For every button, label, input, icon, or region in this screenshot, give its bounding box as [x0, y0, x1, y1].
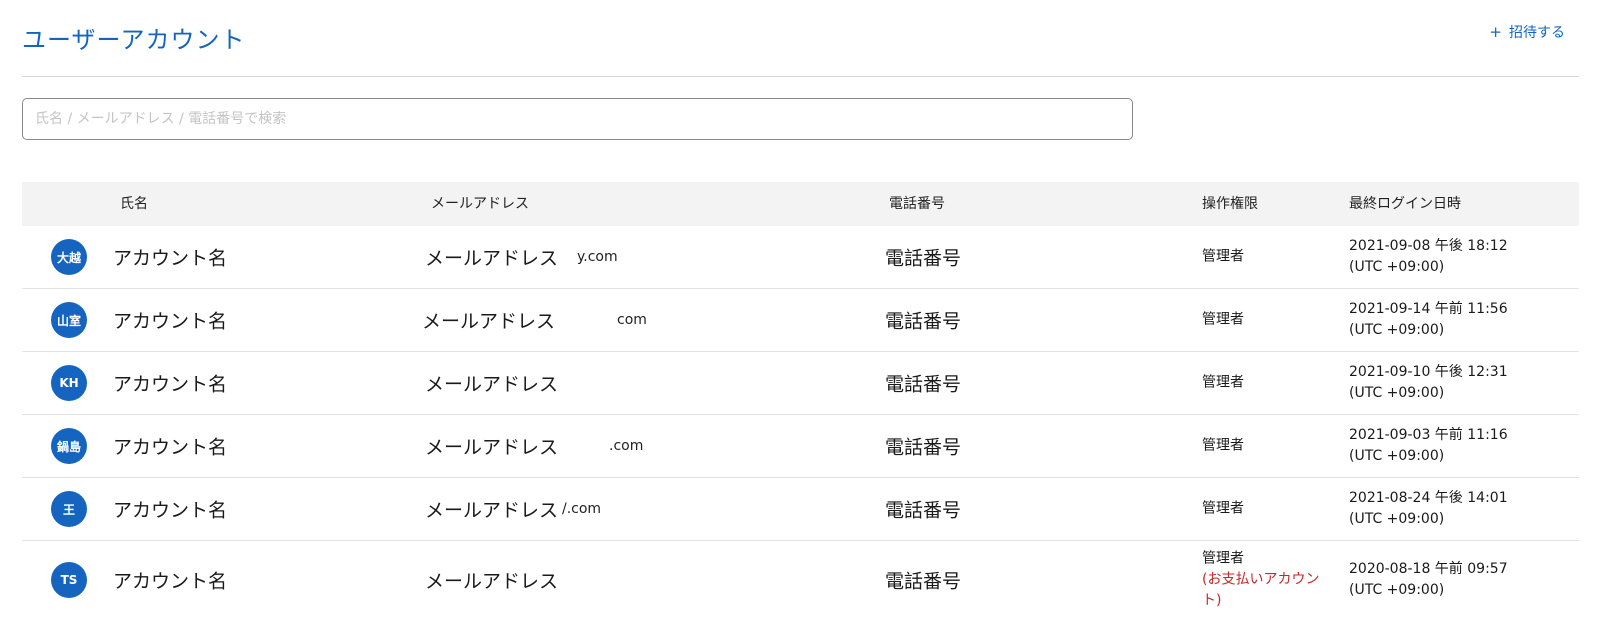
- email-address: メールアドレス: [425, 499, 559, 522]
- plus-icon: +: [1489, 22, 1502, 41]
- account-name: アカウント名: [113, 247, 228, 270]
- last-login: 2021-09-10 午後 12:31 (UTC +09:00): [1349, 362, 1508, 404]
- column-header-role[interactable]: 操作権限: [1202, 182, 1258, 226]
- email-address: メールアドレス: [425, 570, 559, 593]
- table-row[interactable]: 鍋島 アカウント名 メールアドレス .com 電話番号 管理者 2021-09-03 午前 …: [22, 415, 1579, 478]
- last-login-datetime: 2021-09-03 午前 11:16: [1349, 427, 1508, 443]
- last-login-timezone: (UTC +09:00): [1349, 259, 1445, 275]
- invite-button[interactable]: + 招待する: [1489, 22, 1565, 42]
- avatar: 山室: [51, 302, 87, 338]
- table-body: 大越 アカウント名 メールアドレス y.com 電話番号 管理者 2021-09-08 午後…: [22, 226, 1579, 619]
- last-login-timezone: (UTC +09:00): [1349, 582, 1445, 598]
- email-suffix: .com: [609, 438, 644, 454]
- last-login: 2021-09-08 午後 18:12 (UTC +09:00): [1349, 236, 1508, 278]
- account-name: アカウント名: [113, 570, 228, 593]
- phone-number: 電話番号: [885, 310, 962, 333]
- email-address: メールアドレス: [425, 436, 559, 459]
- table-row[interactable]: KH アカウント名 メールアドレス 電話番号 管理者 2021-09-10 午後 12:3…: [22, 352, 1579, 415]
- phone-number: 電話番号: [885, 499, 962, 522]
- column-header-last-login[interactable]: 最終ログイン日時: [1349, 182, 1461, 226]
- role: 管理者: [1202, 436, 1244, 457]
- last-login-datetime: 2021-09-14 午前 11:56: [1349, 301, 1508, 317]
- last-login-datetime: 2021-09-08 午後 18:12: [1349, 238, 1508, 254]
- avatar: 王: [51, 491, 87, 527]
- last-login: 2020-08-18 午前 09:57 (UTC +09:00): [1349, 559, 1508, 601]
- email-address: メールアドレス: [425, 247, 559, 270]
- user-table: 氏名 メールアドレス 電話番号 操作権限 最終ログイン日時 大越 アカウント名 メー…: [22, 182, 1579, 619]
- account-name: アカウント名: [113, 310, 228, 333]
- account-name: アカウント名: [113, 499, 228, 522]
- last-login: 2021-09-14 午前 11:56 (UTC +09:00): [1349, 299, 1508, 341]
- email-address: メールアドレス: [425, 373, 559, 396]
- last-login-timezone: (UTC +09:00): [1349, 322, 1445, 338]
- email-address: メールアドレス: [422, 310, 556, 333]
- phone-number: 電話番号: [885, 436, 962, 459]
- page-header: ユーザーアカウント + 招待する: [22, 0, 1579, 77]
- email-suffix: y.com: [577, 249, 618, 265]
- column-header-name[interactable]: 氏名: [120, 182, 148, 226]
- column-header-phone[interactable]: 電話番号: [889, 182, 945, 226]
- role: 管理者 (お支払いアカウント): [1202, 549, 1338, 612]
- last-login-datetime: 2021-09-10 午後 12:31: [1349, 364, 1508, 380]
- phone-number: 電話番号: [885, 247, 962, 270]
- role: 管理者: [1202, 310, 1244, 331]
- role: 管理者: [1202, 499, 1244, 520]
- invite-button-label: 招待する: [1509, 25, 1565, 41]
- role: 管理者: [1202, 373, 1244, 394]
- search-input[interactable]: [22, 98, 1133, 140]
- last-login-timezone: (UTC +09:00): [1349, 385, 1445, 401]
- user-accounts-page: ユーザーアカウント + 招待する 氏名 メールアドレス 電話番号 操作権限 最終…: [22, 0, 1579, 634]
- avatar: KH: [51, 365, 87, 401]
- role: 管理者: [1202, 247, 1244, 268]
- avatar: 鍋島: [51, 428, 87, 464]
- table-row[interactable]: TS アカウント名 メールアドレス 電話番号 管理者 (お支払いアカウント) 2020-08…: [22, 541, 1579, 619]
- last-login-datetime: 2020-08-18 午前 09:57: [1349, 561, 1508, 577]
- payment-account-note: (お支払いアカウント): [1202, 571, 1320, 609]
- column-header-email[interactable]: メールアドレス: [431, 182, 529, 226]
- role-label: 管理者: [1202, 437, 1244, 454]
- last-login: 2021-09-03 午前 11:16 (UTC +09:00): [1349, 425, 1508, 467]
- phone-number: 電話番号: [885, 373, 962, 396]
- avatar: TS: [51, 562, 87, 598]
- page-title: ユーザーアカウント: [22, 26, 246, 54]
- avatar: 大越: [51, 239, 87, 275]
- role-label: 管理者: [1202, 311, 1244, 328]
- account-name: アカウント名: [113, 436, 228, 459]
- role-label: 管理者: [1202, 374, 1244, 391]
- phone-number: 電話番号: [885, 570, 962, 593]
- role-label: 管理者: [1202, 248, 1244, 265]
- last-login: 2021-08-24 午後 14:01 (UTC +09:00): [1349, 488, 1508, 530]
- table-row[interactable]: 王 アカウント名 メールアドレス/.com 電話番号 管理者 2021-08-24 午後 …: [22, 478, 1579, 541]
- table-header: 氏名 メールアドレス 電話番号 操作権限 最終ログイン日時: [22, 182, 1579, 226]
- last-login-datetime: 2021-08-24 午後 14:01: [1349, 490, 1508, 506]
- last-login-timezone: (UTC +09:00): [1349, 511, 1445, 527]
- email-suffix: /.com: [562, 501, 602, 517]
- last-login-timezone: (UTC +09:00): [1349, 448, 1445, 464]
- table-row[interactable]: 山室 アカウント名 メールアドレス com 電話番号 管理者 2021-09-14 午前 1…: [22, 289, 1579, 352]
- role-label: 管理者: [1202, 550, 1244, 567]
- email-suffix: com: [617, 312, 647, 328]
- table-row[interactable]: 大越 アカウント名 メールアドレス y.com 電話番号 管理者 2021-09-08 午後…: [22, 226, 1579, 289]
- account-name: アカウント名: [113, 373, 228, 396]
- role-label: 管理者: [1202, 500, 1244, 517]
